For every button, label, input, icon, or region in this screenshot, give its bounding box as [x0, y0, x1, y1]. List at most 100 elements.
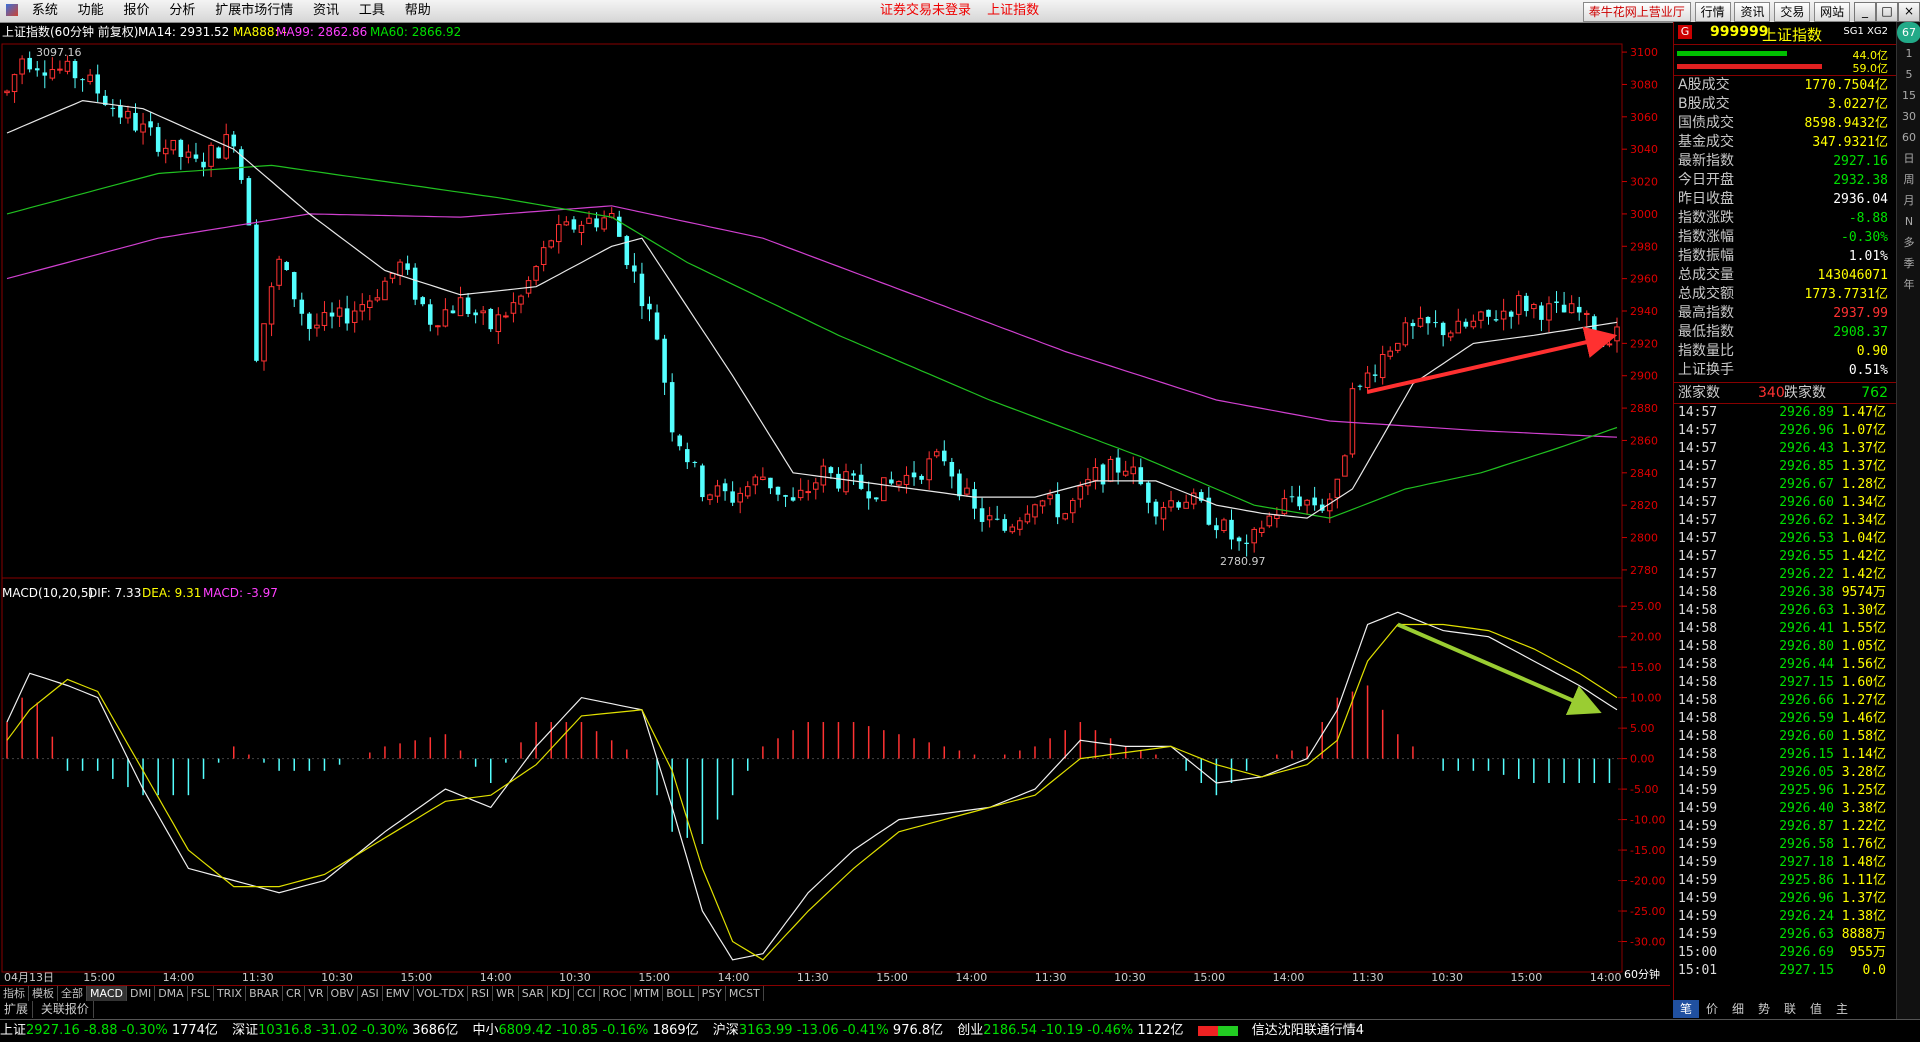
stat-row: 总成交量 143046071 — [1674, 266, 1896, 285]
status-zx[interactable]: 中小6809.42 -10.85 -0.16% 1869亿 — [472, 1020, 698, 1042]
tab-extension[interactable]: 扩展 — [0, 1001, 34, 1018]
indicator-tab-sar[interactable]: SAR — [519, 986, 549, 1001]
info-tab-6[interactable]: 主 — [1829, 1000, 1855, 1018]
period-button-0[interactable]: 67 — [1897, 22, 1920, 43]
trade-button[interactable]: 交易 — [1774, 2, 1811, 22]
indicator-tab-rsi[interactable]: RSI — [468, 986, 494, 1001]
indicator-tab-指标[interactable]: 指标 — [0, 986, 29, 1001]
period-button-4[interactable]: 30 — [1897, 106, 1920, 127]
broker-button[interactable]: 奉牛花网上营业厅 — [1582, 2, 1691, 22]
indicator-tab-模板[interactable]: 模板 — [29, 986, 58, 1001]
indicator-tab-boll[interactable]: BOLL — [663, 986, 699, 1001]
indicator-tab-roc[interactable]: ROC — [600, 986, 631, 1001]
indicator-tab-trix[interactable]: TRIX — [214, 986, 247, 1001]
trade-login-status[interactable]: 证券交易未登录 — [880, 3, 971, 18]
indicator-tab-全部[interactable]: 全部 — [58, 986, 87, 1001]
indicator-tab-kdj[interactable]: KDJ — [548, 986, 574, 1001]
indicator-tab-emv[interactable]: EMV — [383, 986, 414, 1001]
candle-body — [933, 451, 940, 457]
tick-list[interactable]: 14:57 2926.89 1.47亿 14:57 2926.96 1.07亿 14:57 2… — [1674, 404, 1896, 980]
menu-function[interactable]: 功能 — [70, 0, 112, 22]
status-sh[interactable]: 上证2927.16 -8.88 -0.30% 1774亿 — [0, 1020, 218, 1042]
candle-body — [903, 474, 910, 486]
period-button-2[interactable]: 5 — [1897, 64, 1920, 85]
tick-volume: 1.34亿 — [1841, 513, 1886, 528]
status-cy[interactable]: 创业2186.54 -10.19 -0.46% 1122亿 — [957, 1020, 1183, 1042]
menu-ext-market[interactable]: 扩展市场行情 — [207, 0, 301, 22]
menu-tools[interactable]: 工具 — [351, 0, 393, 22]
server-name[interactable]: 信达沈阳联通行情4 — [1252, 1020, 1364, 1042]
period-button-10[interactable]: 多 — [1897, 232, 1920, 253]
menu-help[interactable]: 帮助 — [397, 0, 439, 22]
tick-price: 2926.96 — [1779, 423, 1834, 438]
candle-body — [556, 224, 562, 243]
info-tab-5[interactable]: 值 — [1803, 1000, 1829, 1018]
menu-news[interactable]: 资讯 — [305, 0, 347, 22]
indicator-tab-dma[interactable]: DMA — [155, 986, 188, 1001]
period-button-1[interactable]: 1 — [1897, 43, 1920, 64]
period-button-11[interactable]: 季 — [1897, 253, 1920, 274]
tab-related-quote[interactable]: 关联报价 — [37, 1001, 94, 1018]
candle-body — [813, 482, 819, 490]
quote-button[interactable]: 行情 — [1694, 2, 1731, 22]
period-button-8[interactable]: 月 — [1897, 190, 1920, 211]
period-button-5[interactable]: 60 — [1897, 127, 1920, 148]
tick-time: 14:59 — [1678, 765, 1718, 780]
candle-body — [1531, 304, 1537, 310]
tick-row: 14:57 2926.22 1.42亿 — [1674, 566, 1896, 584]
time-axis-label: 11:30 — [1035, 971, 1067, 984]
info-tab-2[interactable]: 细 — [1725, 1000, 1751, 1018]
time-axis-label: 14:00 — [480, 971, 512, 984]
period-button-6[interactable]: 日 — [1897, 148, 1920, 169]
tick-price: 2925.96 — [1779, 783, 1834, 798]
indicator-tab-cr[interactable]: CR — [283, 986, 306, 1001]
indicator-tab-cci[interactable]: CCI — [574, 986, 600, 1001]
indicator-tabs: 指标 模板 全部 MACD DMI DMA FSL TRIX BRAR CR VR OBV ASI EMV… — [0, 985, 1670, 1001]
period-label[interactable]: 60分钟 — [1624, 967, 1660, 981]
candle-body — [299, 299, 305, 314]
menu-quote[interactable]: 报价 — [116, 0, 158, 22]
news-button[interactable]: 资讯 — [1734, 2, 1771, 22]
indicator-tab-dmi[interactable]: DMI — [127, 986, 156, 1001]
tick-time: 14:59 — [1678, 891, 1718, 906]
period-button-12[interactable]: 年 — [1897, 274, 1920, 295]
indicator-tab-mtm[interactable]: MTM — [631, 986, 664, 1001]
indicator-tab-vol-tdx[interactable]: VOL-TDX — [414, 986, 469, 1001]
candle-body — [1214, 525, 1219, 531]
period-button-9[interactable]: N — [1897, 211, 1920, 232]
tick-time: 14:59 — [1678, 855, 1718, 870]
menu-system[interactable]: 系统 — [24, 0, 66, 22]
indicator-tab-asi[interactable]: ASI — [358, 986, 383, 1001]
period-button-7[interactable]: 周 — [1897, 169, 1920, 190]
maximize-icon[interactable]: □ — [1876, 2, 1898, 22]
macd-axis-label: -5.00 — [1630, 783, 1658, 796]
indicator-tab-psy[interactable]: PSY — [699, 986, 726, 1001]
indicator-tab-mcst[interactable]: MCST — [726, 986, 764, 1001]
info-tab-1[interactable]: 价 — [1699, 1000, 1725, 1018]
status-sz[interactable]: 深证10316.8 -31.02 -0.30% 3686亿 — [232, 1020, 458, 1042]
indicator-tab-macd[interactable]: MACD — [87, 986, 127, 1001]
tick-row: 14:57 2926.55 1.42亿 — [1674, 548, 1896, 566]
indicator-tab-fsl[interactable]: FSL — [188, 986, 214, 1001]
tick-volume: 8888万 — [1841, 927, 1886, 942]
info-tab-4[interactable]: 联 — [1777, 1000, 1803, 1018]
website-button[interactable]: 网站 — [1814, 2, 1851, 22]
indicator-tab-obv[interactable]: OBV — [328, 986, 358, 1001]
tick-time: 14:59 — [1678, 837, 1718, 852]
candle-body — [1312, 497, 1317, 506]
info-tab-0[interactable]: 笔 — [1673, 1000, 1699, 1018]
close-icon[interactable]: × — [1898, 2, 1920, 22]
kline-chart[interactable]: 3100 3080 3060 3040 3020 3000 2980 2960 2940 2920… — [0, 22, 1673, 985]
period-button-3[interactable]: 15 — [1897, 85, 1920, 106]
tick-time: 14:58 — [1678, 747, 1718, 762]
candle-body — [942, 450, 947, 462]
time-axis-label: 15:00 — [1193, 971, 1225, 984]
indicator-tab-wr[interactable]: WR — [493, 986, 519, 1001]
minimize-icon[interactable]: _ — [1854, 2, 1876, 22]
info-tab-3[interactable]: 势 — [1751, 1000, 1777, 1018]
indicator-tab-brar[interactable]: BRAR — [246, 986, 284, 1001]
status-hs[interactable]: 沪深3163.99 -13.06 -0.41% 976.8亿 — [713, 1020, 943, 1042]
menu-analysis[interactable]: 分析 — [161, 0, 203, 22]
candle-body — [307, 313, 312, 329]
indicator-tab-vr[interactable]: VR — [305, 986, 328, 1001]
